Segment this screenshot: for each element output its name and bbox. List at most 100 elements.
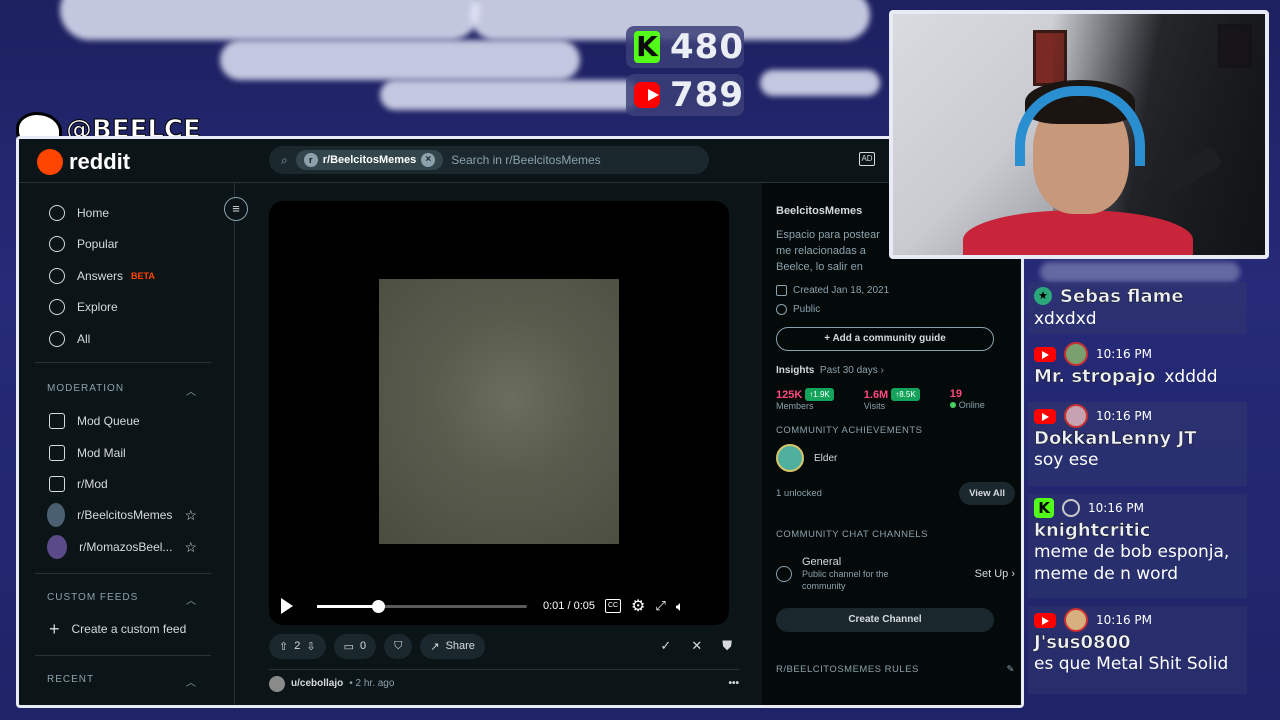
moderation-section-toggle[interactable]: MODERATION ︿ [47, 383, 197, 398]
webcam-feed [889, 10, 1269, 259]
sidebar-item-all[interactable]: All [49, 329, 90, 349]
setup-button[interactable]: Set Up › [975, 568, 1015, 580]
create-custom-feed-button[interactable]: + Create a custom feed [49, 619, 186, 639]
online-dot-icon [949, 402, 956, 408]
fullscreen-icon[interactable]: ⤢ [655, 598, 665, 614]
sidebar-item-popular[interactable]: Popular [49, 234, 118, 254]
visits-label: Visits [863, 401, 886, 411]
shield-icon[interactable]: ⛊ [722, 638, 732, 654]
beta-badge: BETA [131, 271, 155, 281]
popular-icon [49, 236, 65, 252]
search-bar[interactable]: ⌕ r r/BeelcitosMemes × Search in r/Beelc… [269, 146, 709, 174]
mod-queue-icon [49, 413, 65, 429]
unlocked-count: 1 unlocked [776, 488, 822, 499]
reddit-window: reddit ⌕ r r/BeelcitosMemes × Search in … [16, 136, 1024, 708]
members-count: 125K [776, 388, 803, 401]
reddit-logo-text: reddit [69, 149, 131, 174]
chevron-up-icon: ︿ [186, 596, 197, 607]
seek-fill [317, 604, 378, 608]
sidebar-item-answers[interactable]: Answers BETA [49, 266, 155, 286]
upvote-icon[interactable]: ⇧ [279, 640, 288, 653]
clear-chip-icon[interactable]: × [421, 153, 436, 167]
search-input[interactable]: Search in r/BeelcitosMemes [451, 153, 600, 167]
comment-icon: ▭ [343, 640, 354, 653]
subreddit-icon: r [303, 153, 318, 167]
sidebar-item-beelcitosmemes[interactable]: r/BeelcitosMemes ☆ [47, 503, 197, 527]
recent-section-toggle[interactable]: RECENT ︿ [47, 674, 197, 689]
volume-icon[interactable]: 🔈︎ [676, 598, 684, 615]
create-channel-button[interactable]: Create Channel [776, 608, 994, 632]
remove-x-icon[interactable]: ✕ [691, 638, 702, 654]
sidebar-item-label: Explore [77, 300, 118, 314]
channel-description: Public channel for the community [802, 569, 889, 591]
share-button[interactable]: ↗ Share [420, 633, 485, 659]
background-cloud [60, 0, 480, 40]
chat-message: K 10:16 PM knightcritic meme de bob espon… [1028, 494, 1247, 598]
insights-label: Insights [776, 365, 815, 376]
sidebar-item-momazosbeel[interactable]: r/MomazosBeel... ☆ [47, 535, 197, 559]
r-mod-icon [49, 476, 65, 492]
search-community-chip[interactable]: r r/BeelcitosMemes × [295, 150, 444, 170]
collapse-sidebar-button[interactable]: ≡ [224, 197, 248, 221]
sidebar-item-r-mod[interactable]: r/Mod [49, 474, 108, 494]
youtube-icon [1034, 346, 1056, 362]
play-icon[interactable] [281, 598, 293, 614]
star-icon[interactable]: ☆ [184, 539, 197, 556]
insights-header[interactable]: Insights Past 30 days › [776, 365, 1015, 376]
kick-icon: K [1034, 498, 1054, 518]
sidebar-item-mod-mail[interactable]: Mod Mail [49, 443, 126, 463]
chat-username: J'sus0800 [1034, 632, 1131, 654]
custom-feeds-section-toggle[interactable]: CUSTOM FEEDS ︿ [47, 592, 197, 607]
background-cloud [380, 80, 640, 110]
community-description: Espacio para postear me relacionadas a B… [776, 229, 880, 273]
online-count: 19 [949, 388, 962, 400]
award-icon: ⛉ [394, 639, 403, 652]
background-cloud [760, 70, 880, 96]
chat-username: Sebas flame [1060, 285, 1184, 307]
rules-label: R/BEELCITOSMEMES RULES [776, 664, 919, 675]
visits-count: 1.6M [863, 388, 889, 401]
sidebar-item-label: r/BeelcitosMemes [77, 508, 173, 522]
settings-gear-icon[interactable]: ⚙ [631, 596, 645, 616]
section-label: MODERATION [47, 383, 125, 394]
edit-pencil-icon[interactable]: ✎ [1007, 664, 1015, 675]
divider [35, 573, 211, 574]
section-label: CUSTOM FEEDS [47, 592, 139, 603]
downvote-icon[interactable]: ⇩ [306, 640, 315, 653]
more-options-icon[interactable]: ••• [728, 678, 739, 689]
visibility-text: Public [793, 304, 821, 315]
answers-icon [49, 268, 65, 284]
comments-button[interactable]: ▭ 0 [333, 633, 377, 659]
add-community-guide-button[interactable]: + Add a community guide [776, 327, 994, 351]
video-player[interactable]: 0:01 / 0:05 CC ⚙ ⤢ 🔈︎ [269, 201, 729, 625]
sidebar-item-explore[interactable]: Explore [49, 297, 118, 317]
sidebar-item-label: Mod Queue [77, 414, 140, 428]
youtube-icon [1034, 408, 1056, 424]
sidebar-item-label: Popular [77, 237, 119, 251]
post-action-bar: ⇧ 2 ⇩ ▭ 0 ⛉ ↗ Share ✓ ✕ ⛊ [269, 631, 744, 661]
youtube-count: 789 [670, 75, 744, 115]
sidebar-item-home[interactable]: Home [49, 203, 109, 223]
visits-delta: ↑8.5K [891, 388, 920, 401]
seek-handle[interactable] [371, 599, 385, 613]
chat-time: 10:16 PM [1096, 409, 1152, 423]
reddit-logo[interactable]: reddit [37, 149, 130, 175]
achievement-item[interactable]: Elder [776, 444, 1015, 472]
star-icon[interactable]: ☆ [184, 507, 197, 524]
plus-icon: + [49, 618, 60, 639]
award-button[interactable]: ⛉ [384, 633, 413, 659]
left-sidebar: Home Popular Answers BETA Explore All MOD… [19, 183, 235, 705]
approve-check-icon[interactable]: ✓ [660, 638, 671, 654]
advertise-icon[interactable]: AD [859, 152, 875, 166]
channel-general[interactable]: General Public channel for the community … [776, 556, 1015, 592]
post-author[interactable]: u/cebollajo [291, 678, 343, 689]
youtube-viewer-counter: 789 [626, 74, 744, 116]
video-seek-bar[interactable] [317, 599, 527, 613]
sidebar-item-mod-queue[interactable]: Mod Queue [49, 411, 140, 431]
view-all-button[interactable]: View All [959, 482, 1015, 505]
mod-actions: ✓ ✕ ⛊ [660, 638, 744, 654]
sidebar-item-label: Answers [77, 269, 124, 283]
chat-time: 10:16 PM [1088, 501, 1144, 515]
video-time: 0:01 / 0:05 [543, 600, 595, 612]
captions-icon[interactable]: CC [605, 599, 621, 613]
